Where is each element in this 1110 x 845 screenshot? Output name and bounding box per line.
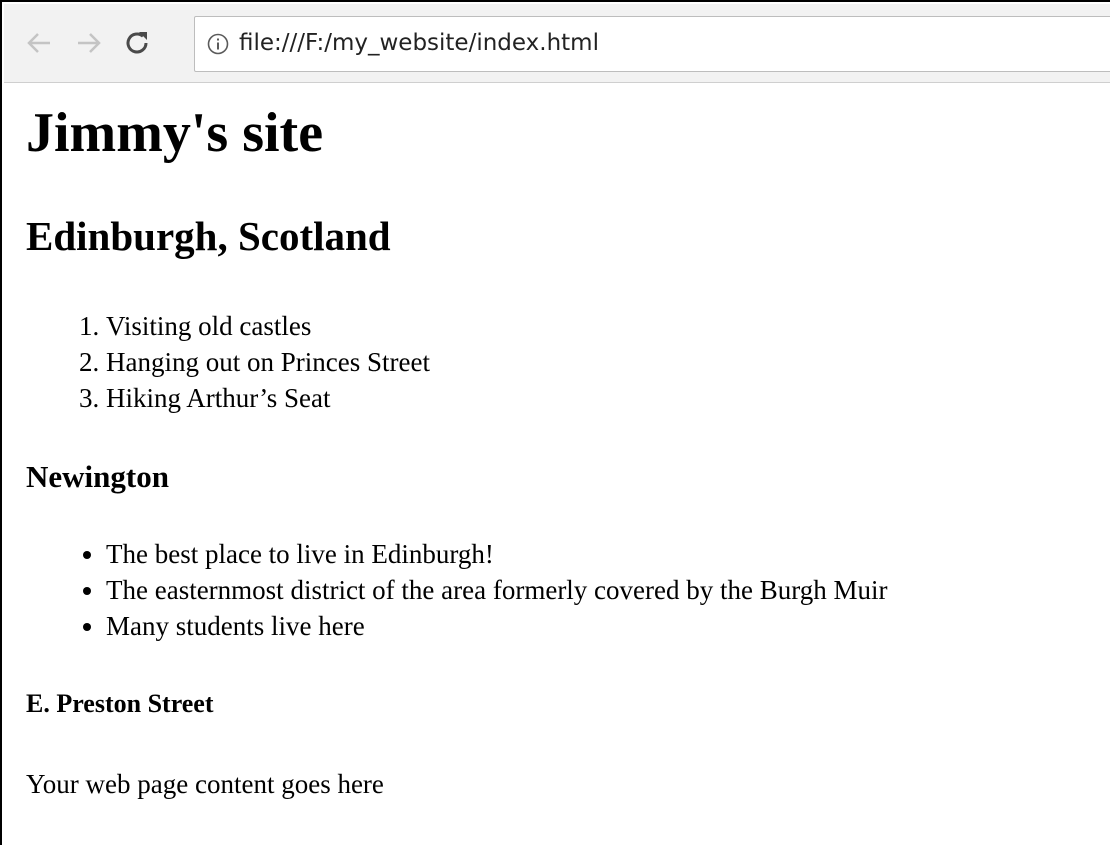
bullet-list: The best place to live in Edinburgh! The… — [26, 536, 888, 644]
list-item: Hiking Arthur’s Seat — [106, 380, 430, 416]
browser-toolbar: file:///F:/my_website/index.html — [4, 4, 1110, 83]
url-text[interactable]: file:///F:/my_website/index.html — [239, 30, 599, 56]
info-icon[interactable] — [207, 33, 229, 55]
list-item: Many students live here — [106, 608, 888, 644]
reload-icon[interactable] — [120, 26, 154, 60]
browser-window: file:///F:/my_website/index.html Jimmy's… — [0, 0, 1110, 845]
heading-edinburgh: Edinburgh, Scotland — [26, 213, 391, 259]
heading-newington: Newington — [26, 459, 169, 494]
ordered-list: Visiting old castles Hanging out on Prin… — [26, 308, 430, 416]
page-title: Jimmy's site — [26, 102, 324, 164]
forward-arrow-icon[interactable] — [72, 26, 106, 60]
back-arrow-icon[interactable] — [22, 26, 56, 60]
list-item: Visiting old castles — [106, 308, 430, 344]
heading-preston-street: E. Preston Street — [26, 689, 214, 718]
body-paragraph: Your web page content goes here — [26, 769, 384, 799]
list-item: The easternmost district of the area for… — [106, 572, 888, 608]
list-item: The best place to live in Edinburgh! — [106, 536, 888, 572]
list-item: Hanging out on Princes Street — [106, 344, 430, 380]
address-bar[interactable]: file:///F:/my_website/index.html — [194, 16, 1110, 72]
